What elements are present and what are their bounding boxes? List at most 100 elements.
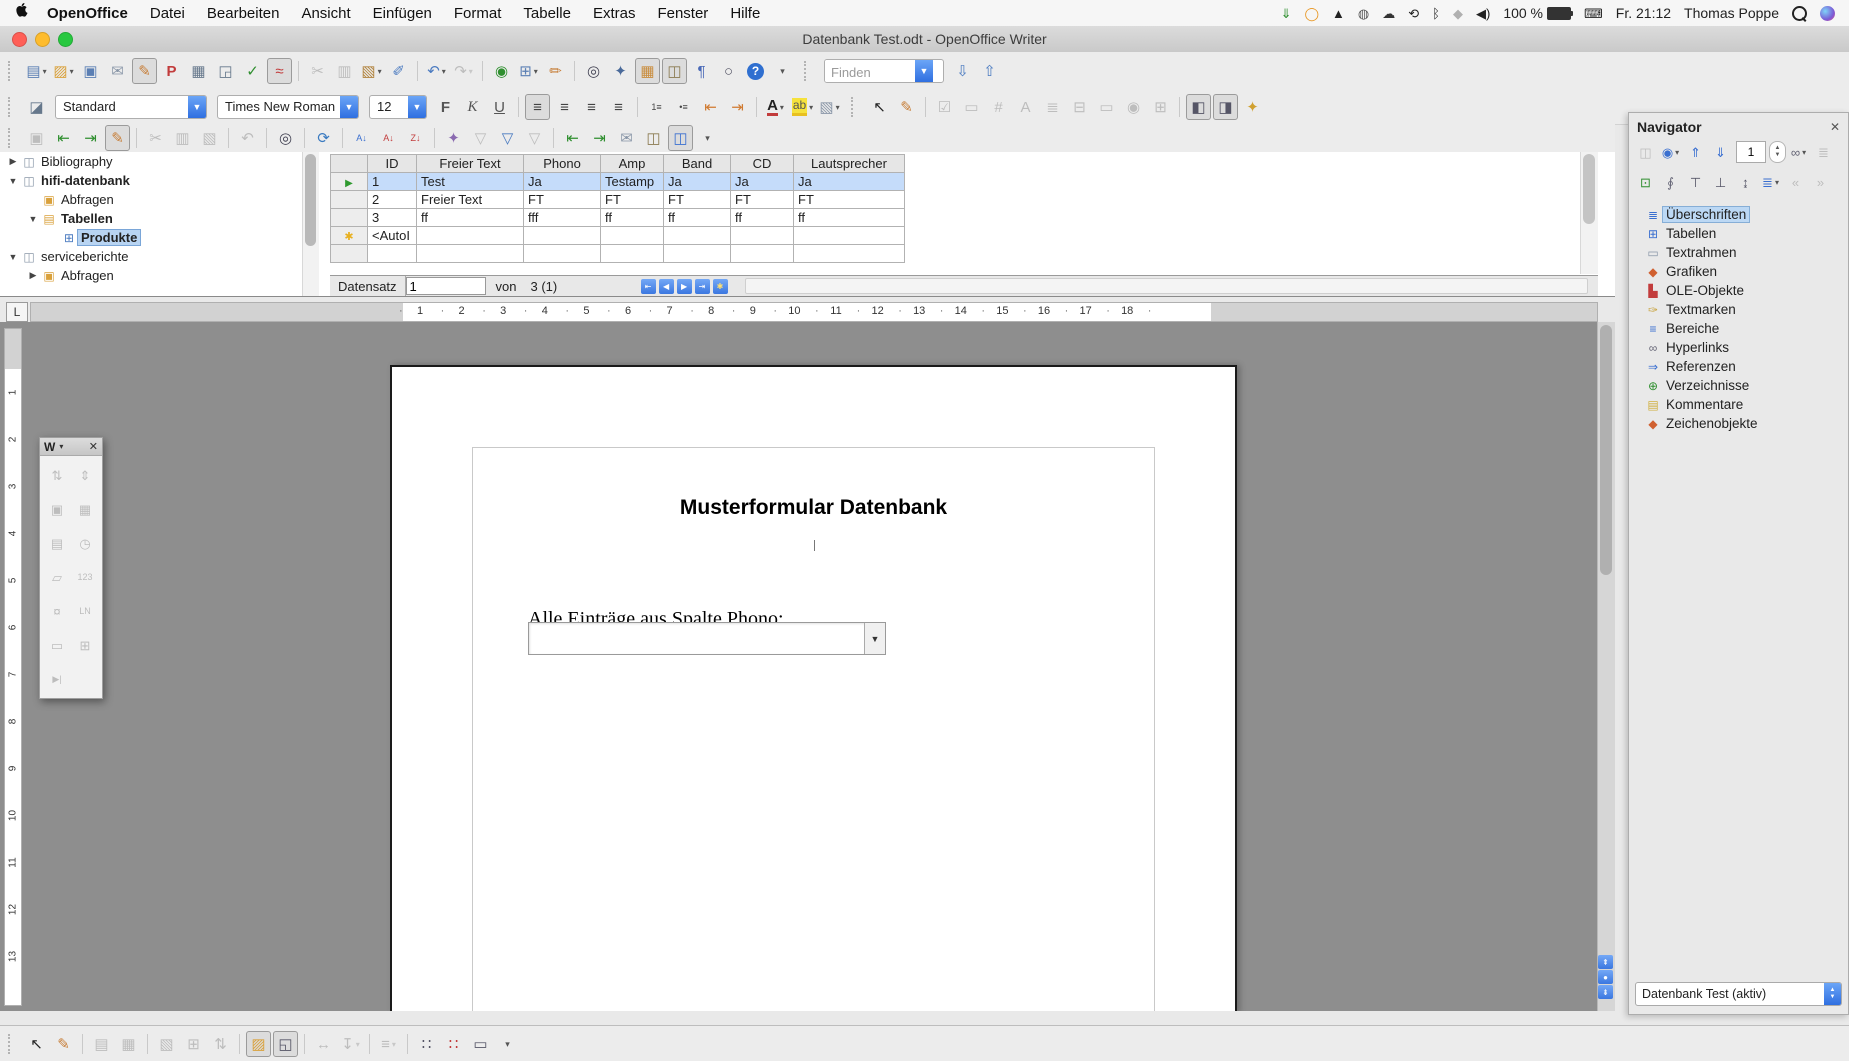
navigation-icon[interactable]: ◉▾ [1659, 141, 1682, 164]
find-replace-icon[interactable]: ◎ [581, 58, 606, 84]
explorer-scrollbar-thumb[interactable] [305, 154, 316, 246]
styles-panel-icon[interactable]: ◪ [24, 94, 49, 120]
menu-item-openoffice[interactable]: OpenOffice [36, 5, 139, 22]
row-header-cell[interactable]: ✱ [331, 227, 368, 245]
keyboard-input-icon[interactable]: ⌨ [1584, 7, 1603, 20]
wifi-icon[interactable]: ◆ [1453, 7, 1463, 20]
drag-mode-icon[interactable]: ∞▾ [1787, 141, 1810, 164]
justified-icon[interactable]: ≡ [606, 94, 631, 120]
navigator-item-tables[interactable]: ⊞Tabellen [1629, 224, 1848, 243]
highlighting-dropdown[interactable]: ▾ [809, 103, 813, 112]
background-color-icon[interactable]: ▧▾ [817, 94, 842, 120]
airdrop-icon[interactable]: ▲ [1332, 7, 1345, 20]
sort-ascending-icon[interactable]: A↓ [349, 125, 374, 151]
navigator-page-stepper[interactable]: ▲▼ [1769, 141, 1786, 163]
data-to-text-icon[interactable]: ⇤ [51, 125, 76, 151]
table-cell[interactable]: ff [417, 209, 524, 227]
previous-page-button[interactable]: ⇞ [1598, 955, 1613, 969]
next-page-button[interactable]: ⇟ [1598, 985, 1613, 999]
data-grid-scrollbar-thumb[interactable] [1583, 154, 1595, 224]
toolbar-grip[interactable] [804, 61, 813, 81]
apple-menu-icon[interactable] [16, 3, 30, 23]
column-header-lautsprecher[interactable]: Lautsprecher [794, 155, 905, 173]
refresh-icon[interactable]: ⟳ [311, 125, 336, 151]
insert-table-dropdown[interactable]: ▾ [534, 67, 538, 76]
mail-merge-icon[interactable]: ✉ [614, 125, 639, 151]
formatting-marks-icon[interactable]: ¶ [689, 58, 714, 84]
insert-data-to-text-icon[interactable]: ⇤ [560, 125, 585, 151]
table-cell[interactable]: Ja [794, 173, 905, 191]
toolbar-overflow-icon[interactable]: ▾ [495, 1031, 520, 1057]
collapse-icon[interactable]: ▼ [6, 252, 20, 262]
document-vscrollbar[interactable] [1597, 322, 1615, 1011]
find-input[interactable] [825, 60, 915, 82]
table-cell[interactable]: 2 [368, 191, 417, 209]
automatic-control-focus-icon[interactable]: ◱ [273, 1031, 298, 1057]
table-cell[interactable]: <AutoI [368, 227, 417, 245]
toolbar-grip[interactable] [8, 61, 17, 81]
column-header-phono[interactable]: Phono [524, 155, 601, 173]
new-record-button[interactable]: ✱ [713, 279, 728, 294]
table-cell[interactable]: 1 [368, 173, 417, 191]
table-cell[interactable] [417, 227, 524, 245]
italic-icon[interactable]: K [460, 94, 485, 120]
table-cell[interactable]: FT [601, 191, 664, 209]
record-number-input[interactable] [406, 277, 486, 295]
table-cell[interactable]: Ja [664, 173, 731, 191]
outline-level-icon[interactable]: ≣▾ [1759, 171, 1782, 194]
outline-level-dropdown[interactable]: ▾ [1775, 178, 1779, 187]
spelling-icon[interactable]: ✓ [240, 58, 265, 84]
form-design-icon[interactable]: ◨ [1213, 94, 1238, 120]
row-header-cell[interactable] [331, 191, 368, 209]
navigator-close-icon[interactable]: ✕ [1830, 120, 1840, 134]
app-ring-icon[interactable]: ◯ [1304, 7, 1319, 20]
select-icon[interactable]: ↖ [24, 1031, 49, 1057]
font-color-dropdown[interactable]: ▾ [780, 103, 784, 112]
toolbar-overflow-icon[interactable]: ▾ [695, 125, 720, 151]
navigator-item-ole-objects[interactable]: ▙OLE-Objekte [1629, 281, 1848, 300]
toolbar-grip[interactable] [8, 1034, 17, 1054]
bluetooth-icon[interactable]: ᛒ [1432, 7, 1440, 20]
standard-filter-icon[interactable]: ▽ [495, 125, 520, 151]
volume-icon[interactable]: ◀) [1476, 7, 1490, 20]
paragraph-style-dropdown[interactable]: ▼ [188, 96, 206, 118]
previous-page-icon[interactable]: ⇑ [1684, 141, 1707, 164]
navigator-item-comments[interactable]: ▤Kommentare [1629, 395, 1848, 414]
anchor-text-icon[interactable]: ↨ [1734, 171, 1757, 194]
display-grid-icon[interactable]: ∷ [414, 1031, 439, 1057]
document-vscrollbar-thumb[interactable] [1600, 325, 1612, 575]
last-record-button[interactable]: ⇥ [695, 279, 710, 294]
palette-dropdown-icon[interactable]: ▾ [59, 442, 63, 451]
decrease-indent-icon[interactable]: ⇤ [698, 94, 723, 120]
bullet-list-icon[interactable]: •≡ [671, 94, 696, 120]
pause-icon[interactable]: ◍ [1358, 7, 1369, 20]
underline-icon[interactable]: U [487, 94, 512, 120]
tree-item-bibliography[interactable]: ▶◫Bibliography [0, 152, 302, 171]
menubar-user[interactable]: Thomas Poppe [1684, 5, 1779, 21]
align-right-icon[interactable]: ≡ [579, 94, 604, 120]
data-table-corner[interactable] [331, 155, 368, 173]
table-row[interactable]: 2Freier TextFTFTFTFTFT [331, 191, 905, 209]
collapse-icon[interactable]: ▼ [26, 214, 40, 224]
menu-item-ansicht[interactable]: Ansicht [290, 5, 361, 22]
form-combo-box[interactable]: ▼ [528, 622, 886, 655]
sort-za-icon[interactable]: Z↓ [403, 125, 428, 151]
open-document-icon[interactable]: ▨▾ [51, 58, 76, 84]
data-source-as-table-icon[interactable]: ◫ [641, 125, 666, 151]
table-cell[interactable] [794, 227, 905, 245]
highlighting-icon[interactable]: ab▾ [790, 94, 815, 120]
wizards-toggle-icon[interactable]: ✦ [1240, 94, 1265, 120]
new-document-icon[interactable]: ▤▾ [24, 58, 49, 84]
find-combo[interactable]: ▼ [824, 59, 944, 83]
navigator-page-input[interactable] [1736, 141, 1766, 163]
navigator-item-sections[interactable]: ≡Bereiche [1629, 319, 1848, 338]
toolbar-grip[interactable] [851, 97, 860, 117]
row-header-cell[interactable] [331, 245, 368, 263]
data-grid-hscrollbar[interactable] [745, 278, 1588, 294]
insert-data-to-fields-icon[interactable]: ⇥ [587, 125, 612, 151]
background-color-dropdown[interactable]: ▾ [836, 103, 840, 112]
table-cell[interactable] [601, 245, 664, 263]
numbered-list-icon[interactable]: 1≡ [644, 94, 669, 120]
navigator-icon[interactable]: ✦ [608, 58, 633, 84]
table-cell[interactable]: FT [731, 191, 794, 209]
